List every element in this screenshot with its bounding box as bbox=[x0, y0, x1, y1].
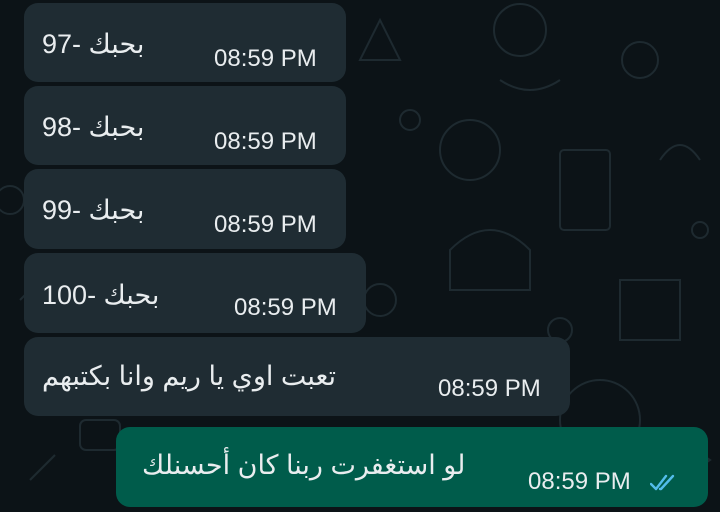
message-text: بحبك -99 bbox=[42, 195, 145, 225]
message-text: بحبك -97 bbox=[42, 29, 145, 59]
incoming-message-bubble[interactable]: بحبك -97 08:59 PM bbox=[24, 3, 346, 82]
incoming-message-bubble[interactable]: تعبت اوي يا ريم وانا بكتبهم 08:59 PM bbox=[24, 337, 570, 416]
message-time: 08:59 PM bbox=[214, 211, 317, 238]
message-time: 08:59 PM bbox=[528, 468, 631, 495]
message-time: 08:59 PM bbox=[234, 294, 337, 321]
incoming-message-bubble[interactable]: بحبك -98 08:59 PM bbox=[24, 86, 346, 165]
incoming-message-bubble[interactable]: بحبك -99 08:59 PM bbox=[24, 169, 346, 249]
incoming-message-bubble[interactable]: بحبك -100 08:59 PM bbox=[24, 253, 366, 333]
message-time: 08:59 PM bbox=[214, 45, 317, 72]
message-time: 08:59 PM bbox=[438, 375, 541, 402]
message-text: لو استغفرت ربنا كان أحسنلك bbox=[142, 450, 466, 480]
message-text: تعبت اوي يا ريم وانا بكتبهم bbox=[42, 361, 337, 391]
message-text: بحبك -100 bbox=[42, 280, 160, 310]
message-time: 08:59 PM bbox=[214, 128, 317, 155]
double-check-read-icon bbox=[650, 474, 675, 491]
outgoing-message-bubble[interactable]: لو استغفرت ربنا كان أحسنلك 08:59 PM bbox=[116, 427, 708, 507]
message-text: بحبك -98 bbox=[42, 112, 145, 142]
